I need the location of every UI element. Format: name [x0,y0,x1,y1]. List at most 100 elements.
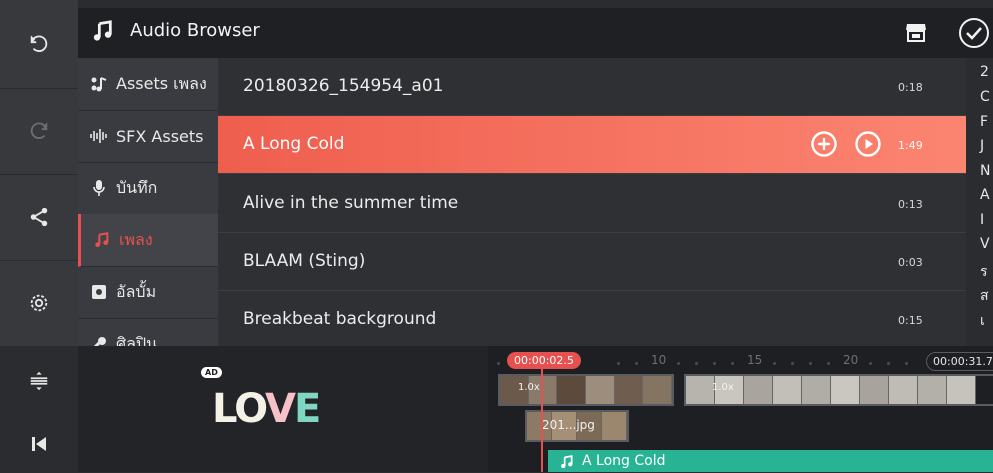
playhead-line[interactable] [541,368,543,472]
category-artists[interactable]: ศิลปิน [78,318,218,346]
category-label: อัลบั้ม [116,281,157,301]
header-bar: Audio Browser [78,8,993,58]
plus-circle-icon [811,131,837,157]
track-row[interactable]: 20180326_154954_a01 0:18 [218,58,966,116]
index-letter[interactable]: A [980,187,990,203]
share-icon [30,207,48,227]
index-letter[interactable]: N [980,163,990,179]
preview-play-button[interactable] [854,130,882,162]
track-duration: 1:49 [898,139,923,152]
index-letter[interactable]: 2 [980,64,989,80]
check-circle-icon [959,18,989,48]
layers-adjust-icon [30,371,48,391]
index-letter[interactable]: V [980,236,990,252]
category-sfx-assets[interactable]: SFX Assets [78,110,218,163]
audio-clip[interactable]: A Long Cold [548,450,993,472]
ruler-dot [809,362,812,365]
ruler-dot [905,362,908,365]
clip-frame [947,376,976,404]
ad-badge: AD [201,367,222,378]
clip-frame [602,412,627,440]
music-note-icon [92,20,114,46]
album-icon [88,284,110,300]
ruler-dot [635,362,638,365]
clip-frame [918,376,947,404]
track-name: Breakbeat background [243,309,437,329]
ruler-dot [887,362,890,365]
clip-frame [557,376,587,404]
category-sidebar: Assets เพลง SFX Assets บันทึก เพลง อัลบั… [78,58,218,346]
ruler-tick: 10 [651,353,667,367]
artist-icon [88,336,110,346]
ruler-dot [677,362,680,365]
index-letter[interactable]: F [980,114,988,130]
music-note-icon [560,454,574,473]
share-button[interactable] [0,174,78,261]
clip-frame [586,376,615,404]
track-list: 20180326_154954_a01 0:18 A Long Cold 1:4… [218,58,966,346]
track-name: Alive in the summer time [243,193,459,213]
index-letter[interactable]: เ [980,310,985,332]
end-time-label: 00:00:31.70 [926,352,993,371]
index-letter[interactable]: J [980,138,984,154]
clip-frame [643,376,672,404]
track-duration: 0:13 [898,198,923,211]
redo-button[interactable] [0,88,78,175]
left-toolbar [0,0,78,472]
ruler-dot [731,362,734,365]
waveform-icon [88,128,110,144]
category-recordings[interactable]: บันทึก [78,162,218,215]
sticker-letter: V [265,386,296,432]
ruler-tick: 20 [843,353,859,367]
clip-speed-label: 1.0x [712,382,734,393]
track-duration: 0:15 [898,314,923,327]
ruler-dot [791,362,794,365]
skip-back-icon [32,437,46,451]
track-row[interactable]: Breakbeat background 0:15 [218,291,966,346]
category-label: บันทึก [116,177,158,197]
ruler-dot [713,362,716,365]
sticker-letter: E [293,386,321,432]
page-title: Audio Browser [130,20,260,41]
category-label: เพลง [119,229,153,249]
asset-store-button[interactable] [904,20,928,48]
track-duration: 0:03 [898,256,923,269]
gear-icon [30,294,48,312]
ruler-dot [497,362,500,365]
index-letter[interactable]: ร [980,261,988,283]
undo-button[interactable] [0,0,78,89]
clip-speed-label: 1.0x [518,382,540,393]
track-name: 20180326_154954_a01 [243,76,444,96]
track-layers-button[interactable] [0,346,78,417]
redo-icon [30,122,48,139]
category-albums[interactable]: อัลบั้ม [78,266,218,319]
add-track-button[interactable] [810,130,838,162]
clip-frame [889,376,918,404]
clip-frame [614,376,644,404]
settings-button[interactable] [0,260,78,347]
category-songs[interactable]: เพลง [78,214,218,267]
category-label: SFX Assets [116,126,204,146]
clip-frame [802,376,831,404]
skip-to-start-button[interactable] [0,416,78,472]
done-button[interactable] [958,17,990,53]
index-letter[interactable]: ส [980,285,989,307]
clip-frame [860,376,889,404]
play-circle-icon [855,131,881,157]
love-sticker[interactable]: LOVE [212,386,321,432]
category-assets-music[interactable]: Assets เพลง [78,58,218,111]
clip-frame [686,376,715,404]
store-icon [906,24,926,42]
index-letter[interactable]: I [980,212,984,228]
audio-clip-label: A Long Cold [582,453,666,469]
track-row[interactable]: Alive in the summer time 0:13 [218,175,966,233]
sticker-letter: L [212,386,236,432]
alphabet-index[interactable]: 2 C F J N A I V ร ส เ [966,58,993,346]
category-label: Assets เพลง [116,73,207,93]
track-row-selected[interactable]: A Long Cold 1:49 [218,116,966,174]
track-name: A Long Cold [243,134,345,154]
category-label: ศิลปิน [116,333,158,347]
track-row[interactable]: BLAAM (Sting) 0:03 [218,233,966,291]
index-letter[interactable]: C [980,89,990,105]
music-note-icon [91,232,113,248]
